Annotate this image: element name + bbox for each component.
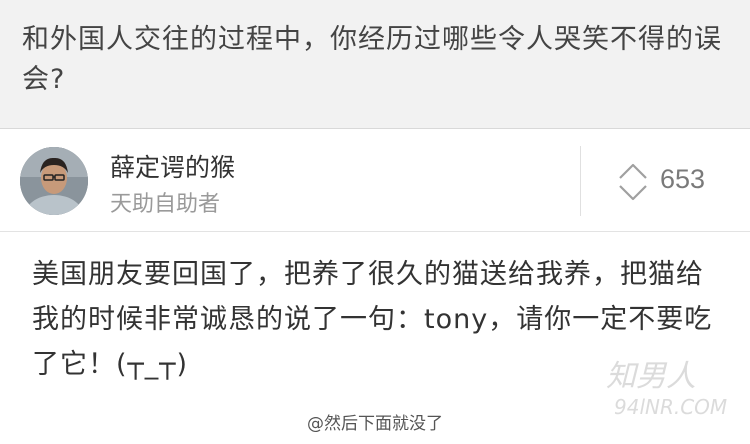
author-bio: 天助自助者 xyxy=(110,192,221,217)
question-header: 和外国人交往的过程中，你经历过哪些令人哭笑不得的误会? xyxy=(0,0,750,129)
avatar-image xyxy=(20,147,88,215)
vote-count: 653 xyxy=(660,164,706,194)
question-title[interactable]: 和外国人交往的过程中，你经历过哪些令人哭笑不得的误会? xyxy=(22,20,728,100)
author-name[interactable]: 薛定谔的猴 xyxy=(110,148,235,184)
author-avatar[interactable] xyxy=(20,147,88,215)
svg-text:知男人: 知男人 xyxy=(606,359,696,394)
watermark-caption: @然后下面就没了 xyxy=(307,414,443,434)
vote-divider xyxy=(580,146,581,216)
answer-author-bar: 薛定谔的猴 天助自助者 653 xyxy=(0,130,750,232)
vote-arrows-icon[interactable] xyxy=(616,160,650,204)
